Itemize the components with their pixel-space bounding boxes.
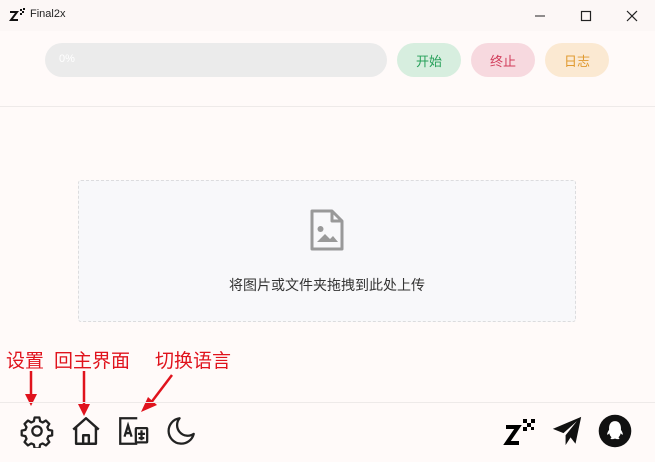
translate-icon	[119, 417, 149, 445]
progress-bar: 0%	[45, 43, 387, 77]
qq-penguin-icon	[598, 414, 632, 448]
minimize-icon	[535, 15, 545, 16]
language-switch-button[interactable]	[115, 413, 151, 449]
minimize-button[interactable]	[517, 0, 563, 31]
annotation-language: 切换语言	[155, 350, 232, 372]
window-title: Final2x	[30, 8, 66, 20]
maximize-button[interactable]	[563, 0, 609, 31]
moon-icon	[167, 417, 195, 445]
app-logo-icon	[9, 8, 25, 21]
gear-icon	[20, 416, 54, 448]
final2x-logo-icon	[503, 419, 535, 445]
home-icon	[72, 417, 100, 445]
theme-toggle-button[interactable]	[163, 413, 199, 449]
dropzone-text: 将图片或文件夹拖拽到此处上传	[229, 278, 425, 294]
title-bar: Final2x	[0, 0, 655, 31]
send-button[interactable]	[549, 413, 585, 449]
arrow-language	[149, 374, 173, 405]
arrowhead-settings	[25, 394, 37, 406]
settings-button[interactable]	[19, 413, 55, 449]
qq-button[interactable]	[597, 413, 633, 449]
close-button[interactable]	[609, 0, 655, 31]
bottom-divider	[0, 402, 655, 403]
stop-button[interactable]: 终止	[471, 43, 535, 77]
image-file-icon	[310, 209, 344, 251]
start-button[interactable]: 开始	[397, 43, 461, 77]
arrowhead-language	[141, 397, 157, 412]
upload-dropzone[interactable]: 将图片或文件夹拖拽到此处上传	[78, 180, 576, 322]
annotation-settings: 设置	[6, 350, 45, 372]
annotation-home: 回主界面	[54, 350, 131, 372]
close-icon	[626, 10, 638, 21]
final2x-logo-button[interactable]	[500, 413, 536, 449]
maximize-icon	[580, 10, 592, 21]
send-icon	[552, 416, 582, 446]
home-button[interactable]	[68, 413, 104, 449]
log-button[interactable]: 日志	[545, 43, 609, 77]
top-divider	[0, 106, 655, 107]
progress-label: 0%	[59, 53, 75, 65]
